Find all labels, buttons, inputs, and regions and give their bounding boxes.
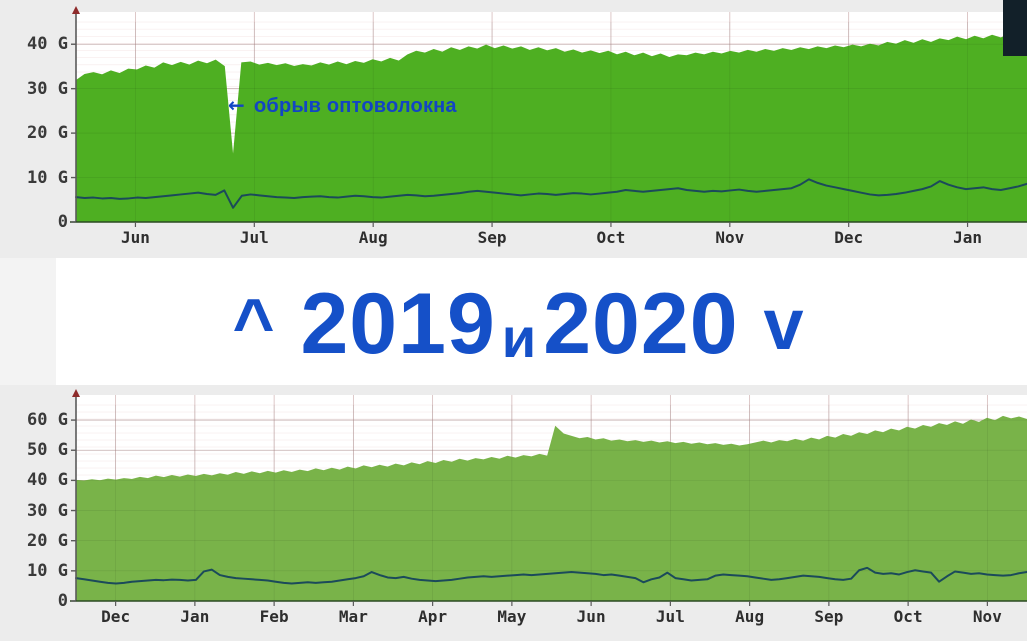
x-tick-label: Aug xyxy=(358,228,388,247)
y-tick-label: 10 G xyxy=(27,560,68,581)
x-tick-label: Sep xyxy=(477,228,507,247)
x-tick-label: Nov xyxy=(972,607,1002,626)
x-tick-label: Dec xyxy=(834,228,864,247)
corner-overlay-artifact xyxy=(1003,0,1027,56)
x-tick-label: Dec xyxy=(101,607,131,626)
y-tick-label: 10 G xyxy=(27,167,68,188)
x-tick-label: May xyxy=(497,607,527,626)
x-tick-label: Apr xyxy=(418,607,448,626)
traffic-graph-2019 xyxy=(70,6,1027,227)
caption-left-tint xyxy=(0,258,56,385)
annotation-fiber-cut: ← обрыв оптоволокна xyxy=(228,93,457,118)
infographic-root: 0 10 G 20 G 30 G 40 G Jun Jul Aug Sep Oct Nov Dec J… xyxy=(0,0,1027,641)
y-tick-label: 30 G xyxy=(27,500,68,521)
y-tick-label: 20 G xyxy=(27,530,68,551)
x-tick-label: Feb xyxy=(259,607,289,626)
x-tick-label: Jan xyxy=(953,228,983,247)
y-tick-label: 20 G xyxy=(27,123,68,144)
x-tick-label: Jul xyxy=(239,228,269,247)
chart-panel-2020: 0 10 G 20 G 30 G 40 G 50 G 60 G Dec Jan Feb Mar Ap… xyxy=(0,385,1027,641)
caption-band: ^ 2019 и2020 v xyxy=(0,258,1027,385)
x-tick-label: Jun xyxy=(576,607,606,626)
x-tick-label: Sep xyxy=(814,607,844,626)
x-tick-label: Nov xyxy=(715,228,745,247)
y-tick-label: 40 G xyxy=(27,470,68,491)
y-tick-label: 60 G xyxy=(27,410,68,431)
caption-years: ^ 2019 и2020 v xyxy=(223,281,805,367)
y-axis-2019: 0 10 G 20 G 30 G 40 G xyxy=(0,0,68,258)
y-tick-label: 30 G xyxy=(27,78,68,99)
x-tick-label: Jan xyxy=(180,607,210,626)
traffic-graph-2020 xyxy=(70,389,1027,606)
caret-up-icon: ^ xyxy=(232,284,276,365)
y-tick-label: 50 G xyxy=(27,440,68,461)
caption-year-2020: 2020 xyxy=(543,275,739,372)
x-tick-label: Oct xyxy=(893,607,923,626)
chart-panel-2019: 0 10 G 20 G 30 G 40 G Jun Jul Aug Sep Oct Nov Dec J… xyxy=(0,0,1027,258)
x-tick-label: Aug xyxy=(735,607,765,626)
left-arrow-icon: ← xyxy=(228,93,245,117)
x-tick-label: Oct xyxy=(596,228,626,247)
caption-conjunction: и xyxy=(501,305,538,369)
y-tick-label: 40 G xyxy=(27,34,68,55)
y-axis-2020: 0 10 G 20 G 30 G 40 G 50 G 60 G xyxy=(0,385,68,641)
x-tick-label: Jun xyxy=(120,228,150,247)
caption-year-2019: 2019 xyxy=(300,275,496,372)
caret-down-icon: v xyxy=(763,284,805,365)
x-axis-2020: Dec Jan Feb Mar Apr May Jun Jul Aug Sep Oct Nov xyxy=(0,607,1027,635)
x-tick-label: Jul xyxy=(655,607,685,626)
x-tick-label: Mar xyxy=(338,607,368,626)
annotation-fiber-cut-label: обрыв оптоволокна xyxy=(253,95,457,117)
x-axis-2019: Jun Jul Aug Sep Oct Nov Dec Jan xyxy=(0,228,1027,256)
